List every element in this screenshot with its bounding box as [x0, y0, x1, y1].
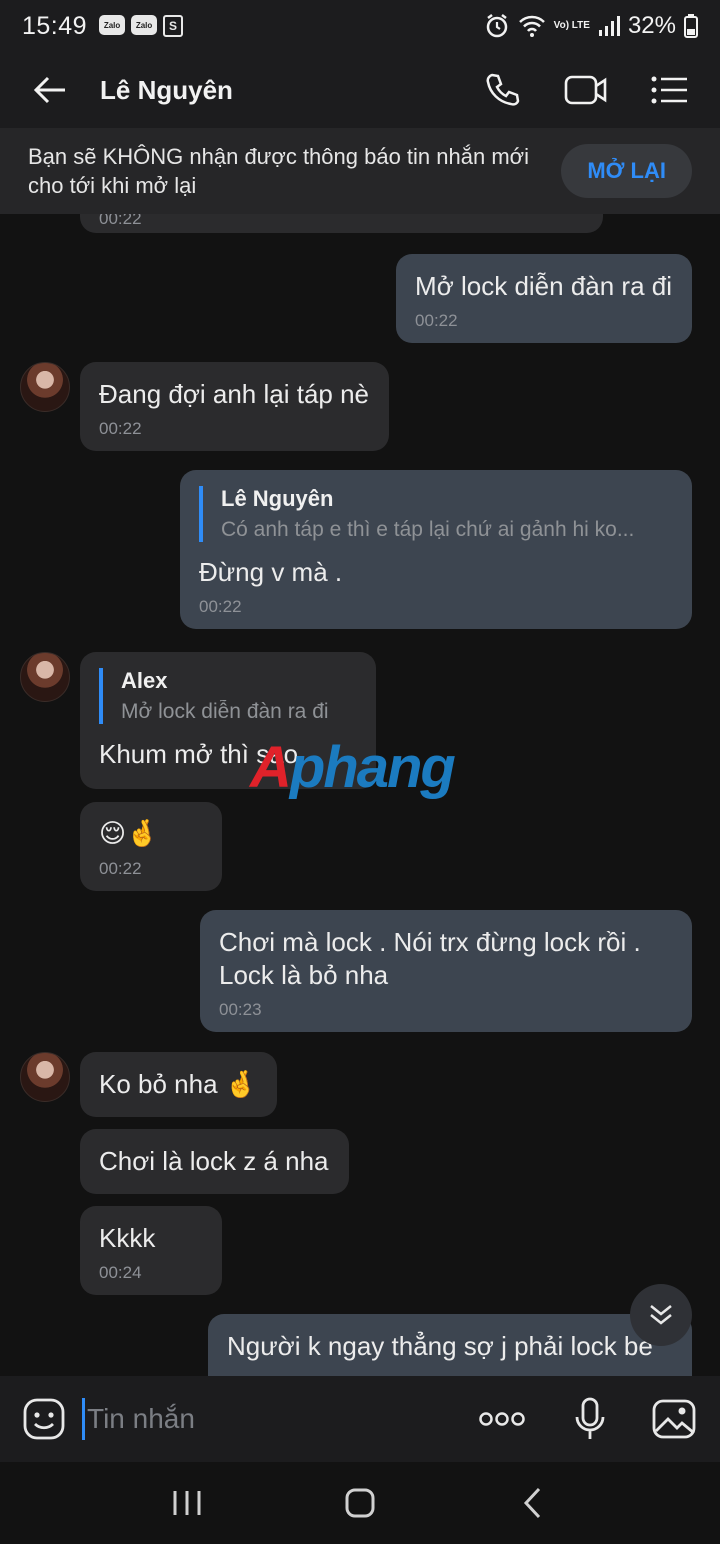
- avatar[interactable]: [20, 362, 70, 412]
- message-bubble-outgoing[interactable]: Chơi mà lock . Nói trx đừng lock rồi . L…: [200, 910, 692, 1032]
- chat-header: Lê Nguyên: [0, 52, 720, 128]
- phone-icon[interactable]: [474, 62, 530, 118]
- system-navigation-bar: [0, 1462, 720, 1544]
- message-time: 00:22: [199, 597, 242, 616]
- message-bubble-incoming[interactable]: Đang đợi anh lại táp nè 00:22: [80, 362, 390, 451]
- quote-text: Có anh táp e thì e táp lại chứ ai gảnh h…: [221, 518, 635, 541]
- quote-author: Alex: [121, 668, 168, 693]
- avatar[interactable]: [20, 652, 70, 702]
- message-text: Chơi mà lock . Nói trx đừng lock rồi . L…: [219, 927, 641, 990]
- reopen-notifications-button[interactable]: MỞ LẠI: [561, 144, 692, 198]
- image-icon[interactable]: [646, 1391, 702, 1447]
- message-emoji: 😌🤞: [99, 819, 159, 849]
- status-bar: 15:49 Zalo Zalo S Vo) LTE 32%: [0, 0, 720, 52]
- contact-name[interactable]: Lê Nguyên: [100, 75, 233, 106]
- zalo-notification-icon: Zalo: [99, 15, 126, 35]
- message-bubble-outgoing-reply[interactable]: Lê Nguyên Có anh táp e thì e táp lại chứ…: [180, 470, 692, 629]
- message-bubble-outgoing[interactable]: Người k ngay thẳng sợ j phải lock be: [208, 1314, 692, 1376]
- message-text: Đừng v mà .: [199, 557, 343, 587]
- message-bubble-incoming[interactable]: Kkkk 00:24: [80, 1206, 222, 1295]
- battery-icon: [684, 14, 698, 38]
- video-camera-icon[interactable]: [558, 62, 614, 118]
- mute-notice-banner: Bạn sẽ KHÔNG nhận được thông báo tin nhắ…: [0, 128, 720, 214]
- message-bubble-incoming[interactable]: Chơi là lock z á nha: [80, 1129, 349, 1194]
- message-text: Đang đợi anh lại táp nè: [99, 379, 370, 409]
- message-time: 00:22: [99, 419, 142, 438]
- volte-indicator: Vo) LTE: [553, 20, 590, 31]
- message-time: 00:22: [415, 311, 458, 330]
- nav-back-icon[interactable]: [503, 1473, 563, 1533]
- signal-icon: [598, 15, 620, 37]
- text-cursor: [82, 1398, 85, 1440]
- message-text: Kkkk: [99, 1223, 156, 1253]
- mute-notice-text: Bạn sẽ KHÔNG nhận được thông báo tin nhắ…: [28, 144, 529, 198]
- quote-author: Lê Nguyên: [221, 486, 334, 511]
- message-bubble-incoming-reply[interactable]: Alex Mở lock diễn đàn ra đi Khum mở thì …: [80, 652, 376, 789]
- back-arrow-icon[interactable]: [20, 60, 80, 120]
- message-text: Chơi là lock z á nha: [99, 1146, 329, 1176]
- quoted-message[interactable]: Alex Mở lock diễn đàn ra đi: [99, 668, 356, 724]
- recent-apps-icon[interactable]: [157, 1473, 217, 1533]
- message-time: 00:22: [99, 214, 142, 228]
- zalo-notification-icon: Zalo: [131, 15, 158, 35]
- message-time: 00:22: [99, 859, 142, 878]
- more-dots-icon[interactable]: [474, 1391, 530, 1447]
- status-time: 15:49: [22, 11, 88, 40]
- message-text: Người k ngay thẳng sợ j phải lock be: [227, 1331, 653, 1361]
- menu-list-icon[interactable]: [642, 62, 698, 118]
- message-list[interactable]: 00:22 Mở lock diễn đàn ra đi 00:22 Đang …: [0, 214, 720, 1376]
- message-bubble-incoming[interactable]: Ko bỏ nha 🤞: [80, 1052, 278, 1117]
- message-input-placeholder: Tin nhắn: [87, 1403, 195, 1434]
- home-icon[interactable]: [330, 1473, 390, 1533]
- shopee-notification-icon: S: [163, 15, 184, 37]
- status-app-icons: Zalo Zalo S: [99, 15, 184, 37]
- battery-percent: 32%: [627, 12, 676, 39]
- message-time: 00:24: [99, 1263, 142, 1282]
- microphone-icon[interactable]: [562, 1391, 618, 1447]
- alarm-icon: [484, 13, 510, 39]
- quote-text: Mở lock diễn đàn ra đi: [121, 700, 329, 723]
- double-chevron-down-icon[interactable]: [630, 1284, 692, 1346]
- message-composer: Tin nhắn: [0, 1376, 720, 1462]
- message-text: Mở lock diễn đàn ra đi: [415, 271, 672, 301]
- message-bubble-incoming[interactable]: 00:22: [80, 214, 603, 233]
- message-time: 00:23: [219, 1000, 262, 1019]
- avatar[interactable]: [20, 1052, 70, 1102]
- message-text: Ko bỏ nha 🤞: [99, 1069, 258, 1099]
- message-bubble-incoming[interactable]: 😌🤞 00:22: [80, 802, 222, 891]
- quoted-message[interactable]: Lê Nguyên Có anh táp e thì e táp lại chứ…: [199, 486, 672, 542]
- wifi-icon: [518, 14, 546, 38]
- message-bubble-outgoing[interactable]: Mở lock diễn đàn ra đi 00:22: [396, 254, 692, 343]
- message-text: Khum mở thì sao: [99, 739, 299, 769]
- emoji-sticker-icon[interactable]: [20, 1395, 68, 1443]
- message-input[interactable]: Tin nhắn: [82, 1398, 442, 1440]
